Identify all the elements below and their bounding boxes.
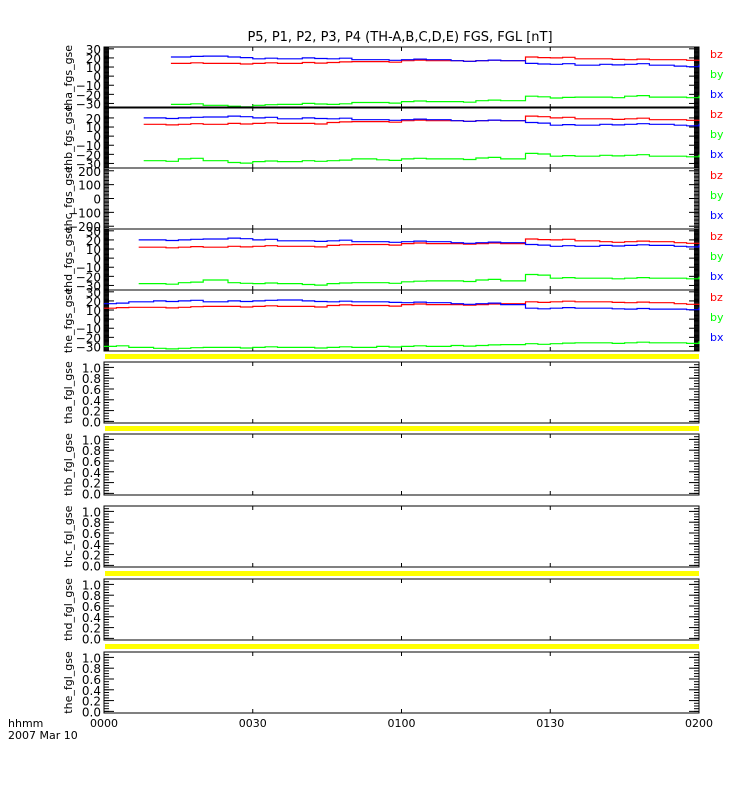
y-tick-label: 0.0 xyxy=(82,487,101,501)
x-tick-label: 0200 xyxy=(685,717,713,730)
flag-bar xyxy=(105,571,699,576)
y-axis-label: thd_fgl_gse xyxy=(62,578,75,641)
legend-bx: bx xyxy=(710,270,724,283)
legend-bx: bx xyxy=(710,209,724,222)
y-tick-label: 0.0 xyxy=(82,559,101,573)
y-axis-label: thd_fgs_gse xyxy=(62,227,75,293)
y-axis-label: thb_fgs_gse xyxy=(62,105,75,171)
legend-bx: bx xyxy=(710,148,724,161)
legend-bz: bz xyxy=(710,230,723,243)
legend-bx: bx xyxy=(710,331,724,344)
legend-bz: bz xyxy=(710,108,723,121)
legend-bx: bx xyxy=(710,88,724,101)
flag-bar xyxy=(105,644,699,649)
y-tick-label: 100 xyxy=(78,179,101,193)
legend-bz: bz xyxy=(710,169,723,182)
legend-bz: bz xyxy=(710,48,723,61)
y-axis-label: thc_fgs_gse xyxy=(62,166,75,231)
y-axis-label: tha_fgs_gse xyxy=(62,45,75,110)
y-axis-label: tha_fgl_gse xyxy=(62,361,75,424)
y-tick-label: 200 xyxy=(78,165,101,179)
y-tick-label: −30 xyxy=(76,340,101,354)
y-tick-label: −30 xyxy=(76,97,101,111)
y-tick-label: 0 xyxy=(93,193,101,207)
y-axis-label: the_fgs_gse xyxy=(62,288,75,353)
legend-by: by xyxy=(710,311,724,324)
flag-bar xyxy=(105,426,699,431)
x-tick-label: 0100 xyxy=(388,717,416,730)
legend-by: by xyxy=(710,128,724,141)
x-tick-label: 0000 xyxy=(90,717,118,730)
x-tick-label: 0130 xyxy=(536,717,564,730)
legend-bz: bz xyxy=(710,291,723,304)
flag-bar xyxy=(105,354,699,359)
y-axis-label: thb_fgl_gse xyxy=(62,433,75,496)
y-axis-label: thc_fgl_gse xyxy=(62,505,75,567)
legend-by: by xyxy=(710,189,724,202)
x-tick-label: 0030 xyxy=(239,717,267,730)
y-tick-label: 0.0 xyxy=(82,632,101,646)
themis-overview-plot: P5, P1, P2, P3, P4 (TH-A,B,C,D,E) FGS, F… xyxy=(0,0,750,800)
y-tick-label: 0.0 xyxy=(82,415,101,429)
legend-by: by xyxy=(710,250,724,263)
y-axis-label: the_fgl_gse xyxy=(62,651,75,714)
legend-by: by xyxy=(710,68,724,81)
plot-title: P5, P1, P2, P3, P4 (TH-A,B,C,D,E) FGS, F… xyxy=(247,30,552,45)
x-axis-date-label: 2007 Mar 10 xyxy=(8,729,78,742)
